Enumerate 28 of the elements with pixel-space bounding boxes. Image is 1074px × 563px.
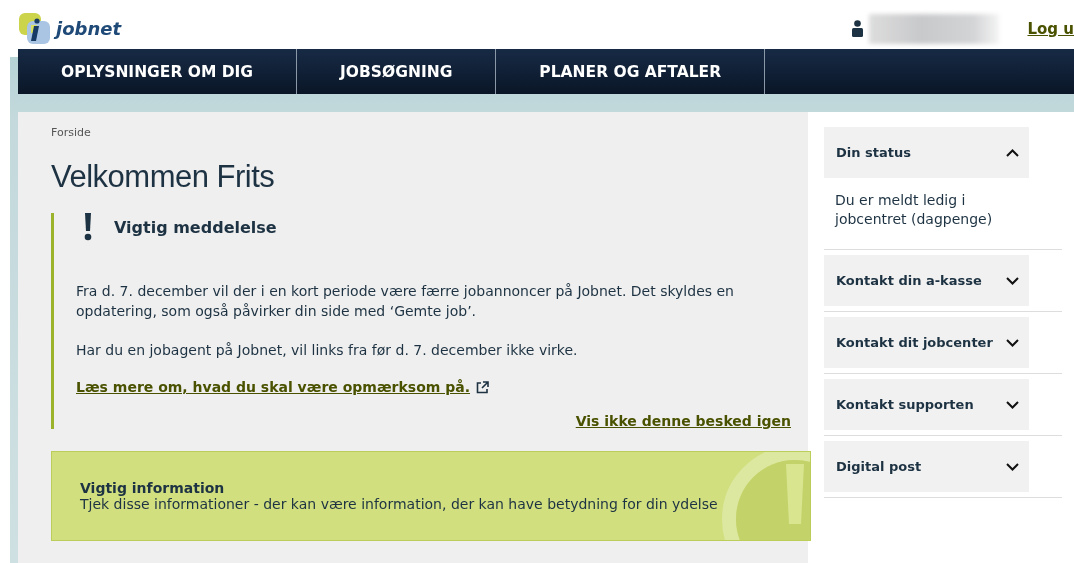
chevron-up-icon [1006, 148, 1019, 157]
notice-title: Vigtig meddelelse [114, 217, 277, 237]
logo-icon [18, 11, 52, 46]
nav-tab[interactable]: PLANER OG AFTALER [496, 49, 766, 94]
dismiss-link[interactable]: Vis ikke denne besked igen [575, 413, 791, 429]
notice-text: Har du en jobagent på Jobnet, vil links fra før d. 7. december ikke virke. [76, 341, 579, 360]
user-icon [852, 20, 864, 37]
accordion-header[interactable]: Din status [824, 127, 1029, 178]
chevron-down-icon [1006, 400, 1019, 409]
notice-text: Fra d. 7. december vil der i en kort periode være færre jobannoncer på Jobnet. Det skyldes en opdatering, som også påvirker din side med ‘Gemte job’. [76, 282, 735, 321]
accordion-header[interactable]: Kontakt din a-kasse [824, 255, 1029, 306]
accordion-header[interactable]: Digital post [824, 441, 1029, 492]
external-link-icon [476, 380, 489, 394]
status-text: Du er meldt ledig i jobcentret (dagpenge) [833, 191, 994, 229]
breadcrumb-link[interactable]: Forside [51, 126, 91, 139]
read-more-link[interactable]: Læs mere om, hvad du skal være opmærksom på. [76, 379, 470, 395]
nav-tab[interactable]: JOBSØGNING [297, 49, 497, 94]
accordion-header[interactable]: Kontakt supporten [824, 379, 1029, 430]
chevron-down-icon [1006, 462, 1019, 471]
info-text: Tjek disse informationer - der kan være information, der kan have betydning for din ydelse [80, 496, 719, 512]
page-title: Velkommen Frits [51, 159, 276, 195]
chevron-down-icon [1006, 338, 1019, 347]
accordion-header[interactable]: Kontakt dit jobcenter [824, 317, 1029, 368]
nav-tab[interactable]: OPLYSNINGER OM DIG [18, 49, 298, 94]
exclamation-icon [84, 213, 92, 241]
info-title: Vigtig information [80, 480, 226, 496]
chevron-down-icon [1006, 276, 1019, 285]
logout-link[interactable]: Log u [1027, 19, 1074, 38]
